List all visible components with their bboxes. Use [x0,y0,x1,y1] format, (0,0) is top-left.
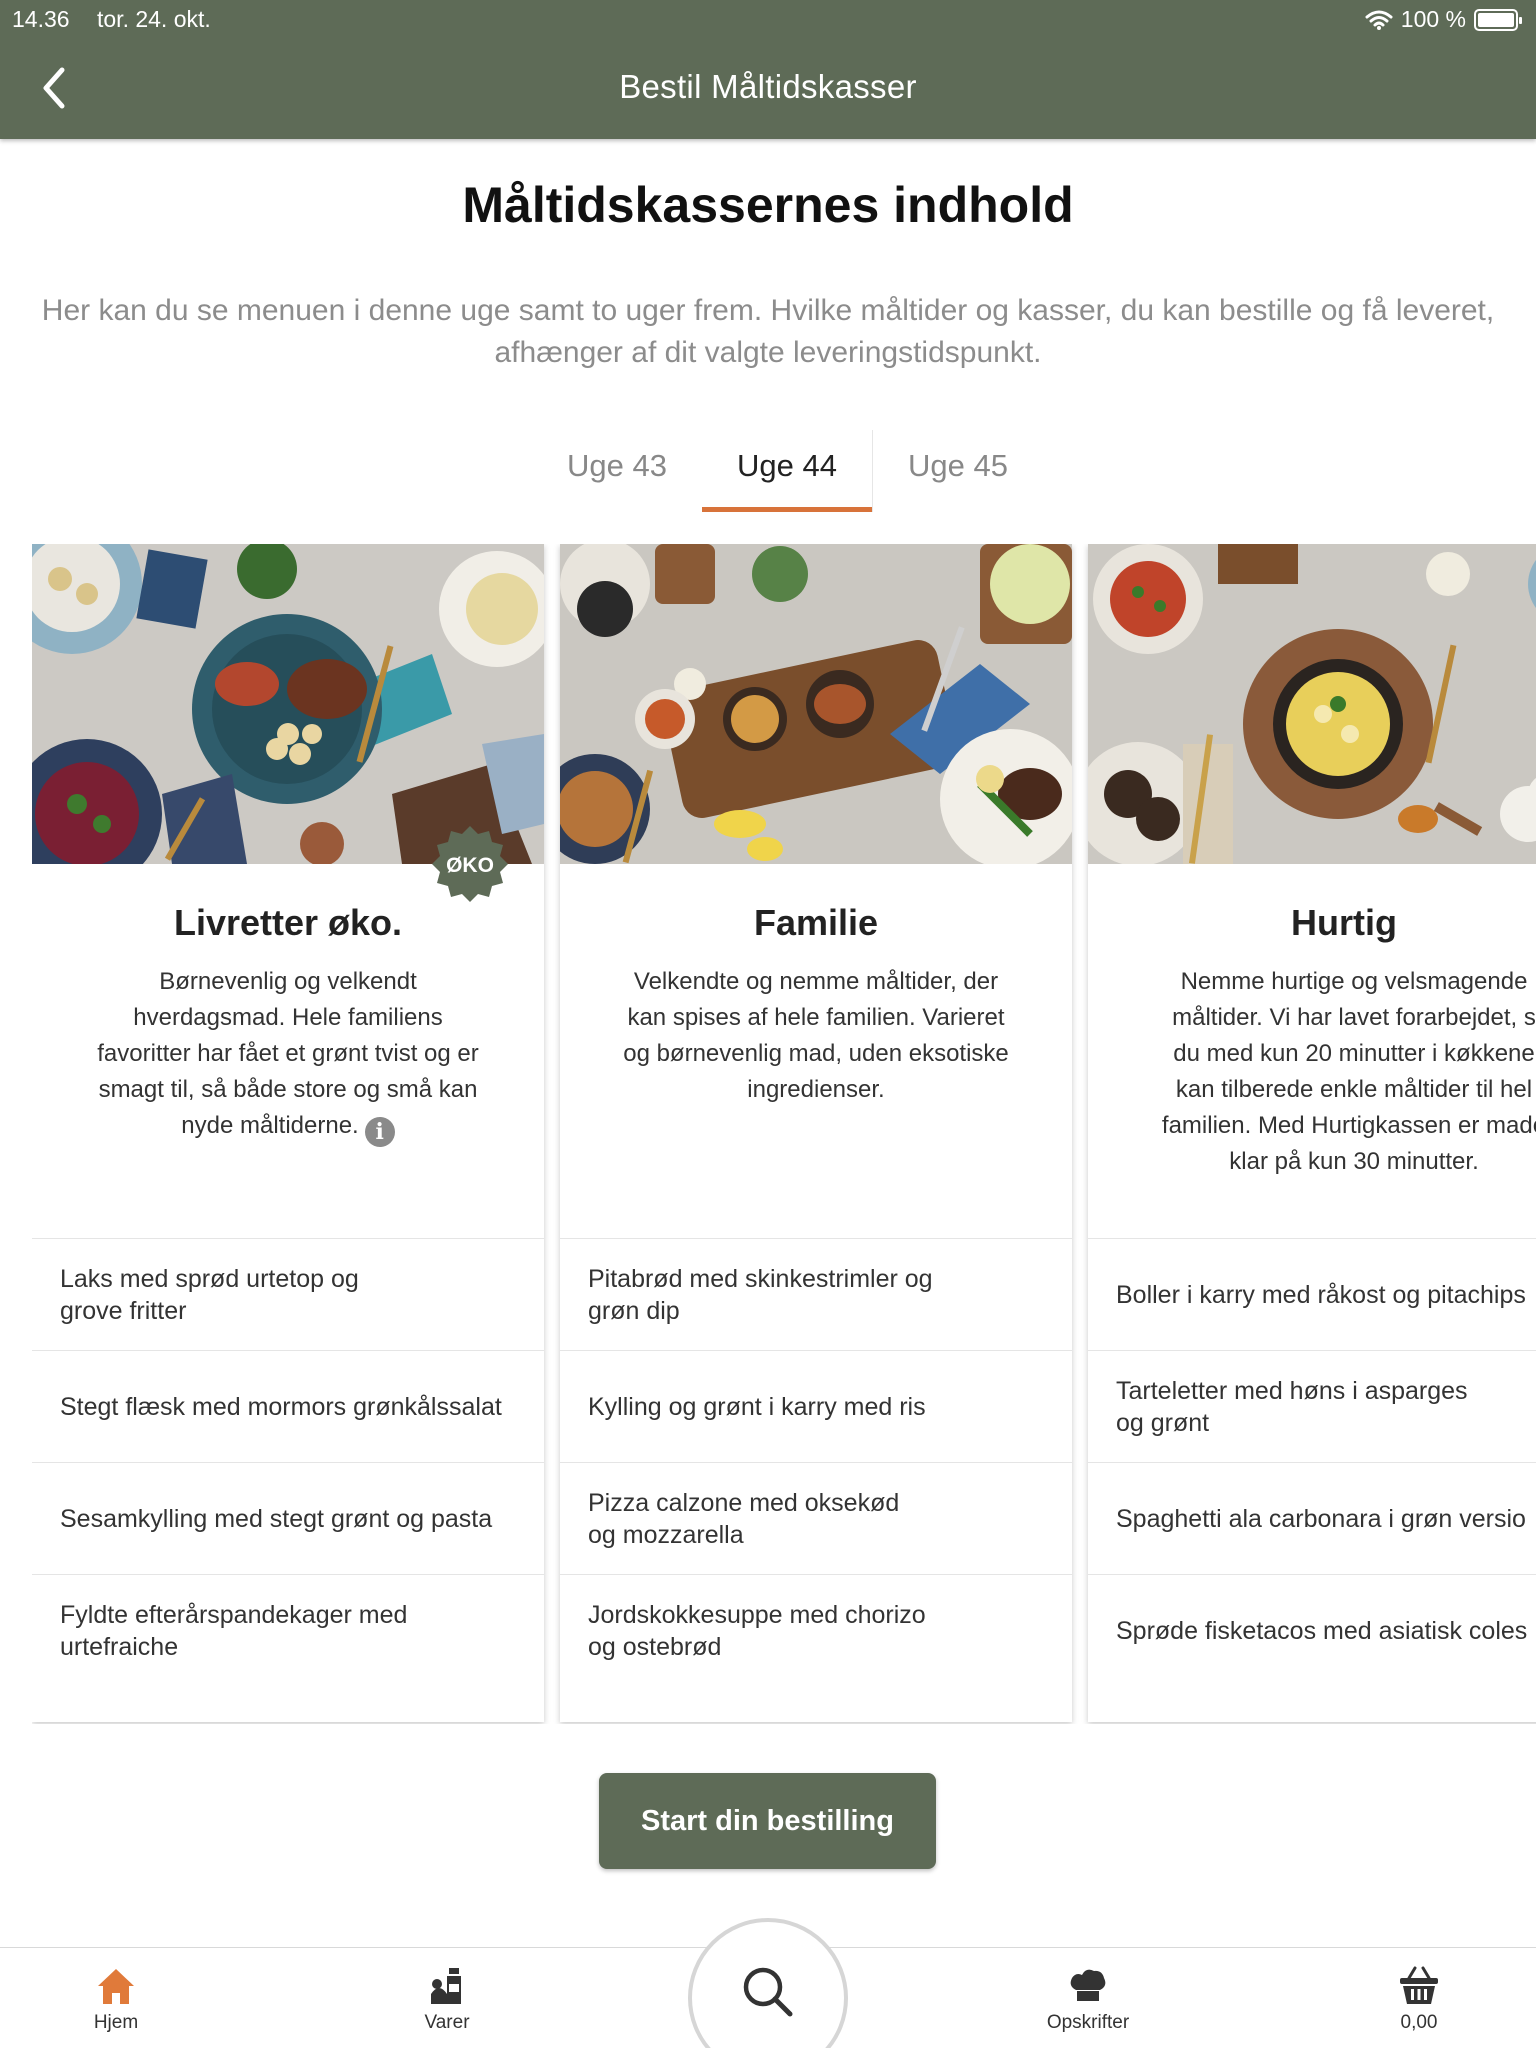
tab-uge-43[interactable]: Uge 43 [532,430,702,512]
meal-box-card-livretter[interactable]: ØKO Livretter øko. Børnevenlig og velken… [32,544,544,1722]
menu-item[interactable]: Laks med sprød urtetop og grove fritter [32,1239,544,1351]
menu-item[interactable]: Boller i karry med råkost og pitachips [1088,1239,1536,1351]
status-time: 14.36 [12,6,70,32]
status-indicators: 100 % [1365,6,1522,33]
tab-label: Hjem [93,2012,139,2033]
search-button[interactable] [688,1918,848,2048]
info-icon[interactable]: i [364,1117,395,1147]
wifi-icon [1365,10,1393,30]
meal-box-name: Familie [753,902,879,943]
status-date: tor. 24. okt. [97,6,211,32]
meal-box-description: Nemme hurtige og velsmagende måltider. V… [1161,968,1536,1175]
eco-badge-label: ØKO [446,854,494,877]
meal-box-name: Livretter øko. [173,902,403,943]
tab-basket[interactable]: 0,00 [1339,1964,1499,2034]
menu-item[interactable]: Sesamkylling med stegt grønt og pasta [32,1463,544,1575]
tab-label: Opskrifter [1046,2012,1130,2033]
groceries-icon [431,1968,461,2004]
menu-item[interactable]: Pizza calzone med oksekød og mozzarella [560,1463,1072,1575]
battery-percent: 100 % [1400,6,1466,32]
menu-item[interactable]: Kylling og grønt i karry med ris [560,1351,1072,1463]
menu-item[interactable]: Tarteletter med høns i asparges og grønt [1088,1351,1536,1463]
meal-box-photo [32,544,544,864]
meal-box-card-familie[interactable]: Familie Velkendte og nemme måltider, der… [560,544,1072,1722]
menu-item[interactable]: Stegt flæsk med mormors grønkålssalat [32,1351,544,1463]
meal-box-name: Hurtig [1291,902,1397,943]
meal-box-carousel[interactable]: ØKO Livretter øko. Børnevenlig og velken… [32,544,1536,1724]
nav-title: Bestil Måltidskasser [619,68,917,105]
tab-hjem[interactable]: Hjem [36,1964,196,2034]
chef-hat-icon [1070,1969,1106,2001]
start-order-button[interactable]: Start din bestilling [599,1773,936,1869]
tab-varer[interactable]: Varer [367,1964,527,2034]
search-icon [743,1967,793,2017]
app-header: 14.36 tor. 24. okt. 100 % Bestil Måltids… [0,0,1536,139]
tab-uge-45[interactable]: Uge 45 [873,430,1043,512]
home-icon [98,1969,134,2004]
menu-item[interactable]: Fyldte efterårspandekager med urtefraich… [32,1575,544,1687]
meal-box-info: Livretter øko. Børnevenlig og velkendt h… [32,864,544,1239]
menu-item[interactable]: Jordskokkesuppe med chorizo og ostebrød [560,1575,1072,1687]
basket-total: 0,00 [1400,2012,1438,2033]
meal-box-info: Hurtig Nemme hurtige og velsmagende målt… [1088,864,1536,1239]
meal-box-description: Velkendte og nemme måltider, der kan spi… [623,968,1009,1103]
menu-item[interactable]: Sprøde fisketacos med asiatisk coles [1088,1575,1536,1687]
battery-icon [1474,8,1522,31]
meal-box-description: Børnevenlig og velkendt hverdagsmad. Hel… [68,964,508,1147]
eco-badge: ØKO [432,826,508,902]
meal-box-photo [1088,544,1536,864]
tab-opskrifter[interactable]: Opskrifter [1008,1964,1168,2034]
tab-uge-44[interactable]: Uge 44 [702,430,872,512]
intro-text: Her kan du se menuen i denne uge samt to… [41,294,1495,369]
page-title: Måltidskassernes indhold [462,177,1074,233]
menu-item[interactable]: Pitabrød med skinkestrimler og grøn dip [560,1239,1072,1351]
meal-box-photo [560,544,1072,864]
meal-box-description-text: Børnevenlig og velkendt hverdagsmad. Hel… [97,968,479,1139]
meal-box-card-hurtig[interactable]: Hurtig Nemme hurtige og velsmagende målt… [1088,544,1536,1722]
menu-item[interactable]: Spaghetti ala carbonara i grøn versio [1088,1463,1536,1575]
meal-box-info: Familie Velkendte og nemme måltider, der… [560,864,1072,1239]
week-tabs: Uge 43 Uge 44 Uge 45 [532,430,1043,512]
basket-icon [1400,1966,1438,2004]
tab-label: Varer [424,2012,470,2033]
